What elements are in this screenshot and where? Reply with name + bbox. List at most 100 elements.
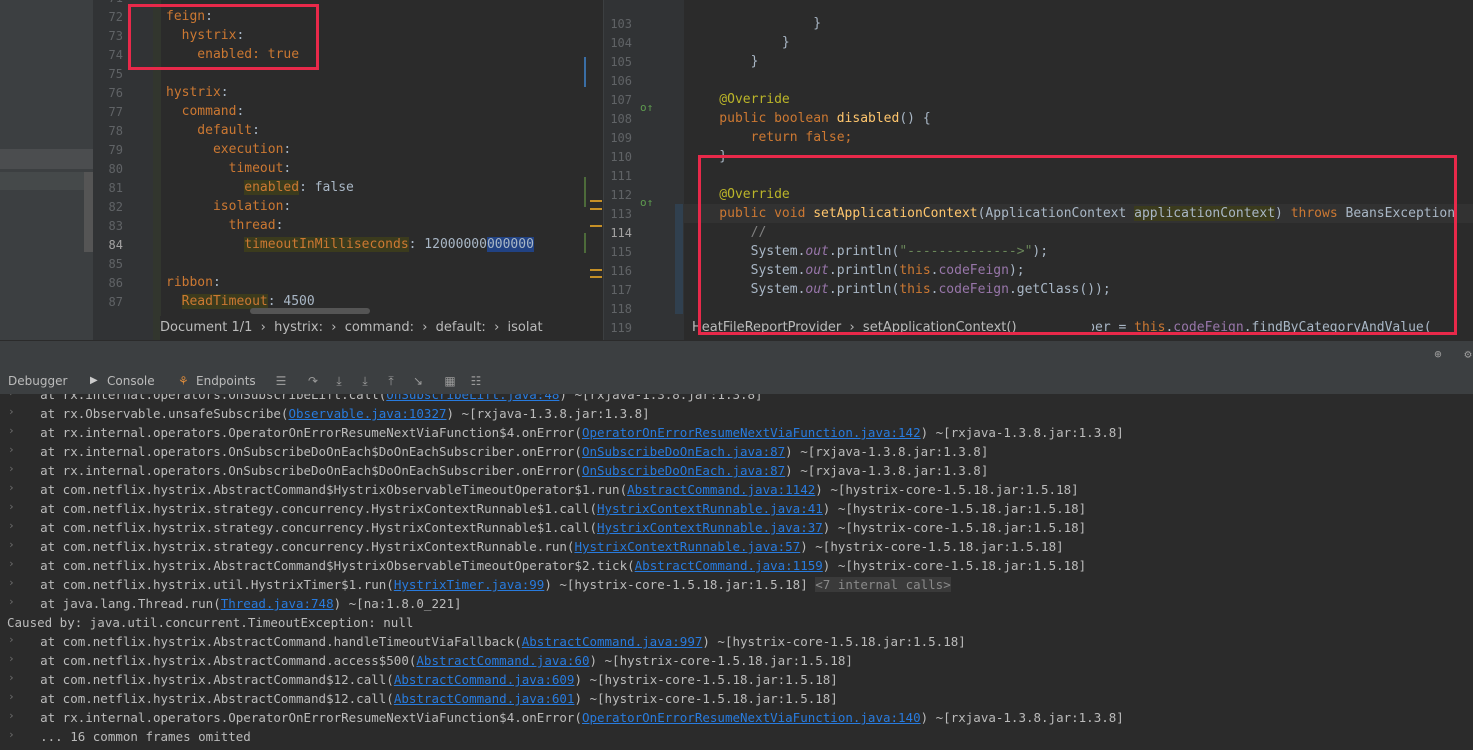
left-breadcrumb[interactable]: Document 1/1 › hystrix: › command: › def… <box>160 316 600 340</box>
line-number: 107 <box>610 93 632 107</box>
override-marker-icon[interactable]: o↑ <box>640 196 653 209</box>
stacktrace-text: at com.netflix.hystrix.strategy.concurre… <box>10 520 597 535</box>
source-link[interactable]: Thread.java:748 <box>221 596 334 611</box>
console-output[interactable]: › at rx.internal.operators.OnSubscribeLi… <box>0 394 1473 750</box>
source-link[interactable]: Observable.java:10327 <box>288 406 446 421</box>
stacktrace-line: at com.netflix.hystrix.AbstractCommand.a… <box>10 651 853 670</box>
tab-debugger[interactable]: Debugger <box>8 368 67 394</box>
source-link[interactable]: OnSubscribeLift.java:48 <box>386 394 559 402</box>
source-link[interactable]: OperatorOnErrorResumeNextViaFunction.jav… <box>582 710 921 725</box>
source-link[interactable]: HystrixContextRunnable.java:37 <box>597 520 823 535</box>
caused-by-line: Caused by: java.util.concurrent.TimeoutE… <box>7 613 413 632</box>
force-step-into-icon[interactable]: ⤓ <box>358 374 372 388</box>
source-link[interactable]: AbstractCommand.java:1142 <box>627 482 815 497</box>
code-token: : <box>252 123 260 138</box>
code-line[interactable]: timeoutInMilliseconds: 12000000000000 <box>166 235 534 254</box>
code-line[interactable]: timeout: <box>166 159 292 178</box>
code-token: thread <box>166 218 276 233</box>
code-line[interactable]: thread: <box>166 216 284 235</box>
stacktrace-line: at rx.internal.operators.OnSubscribeDoOn… <box>10 442 988 461</box>
stacktrace-text: ) ~[hystrix-core-1.5.18.jar:1.5.18] <box>544 577 816 592</box>
code-token: isolation <box>166 199 284 214</box>
code-token: ReadTimeout <box>181 294 268 309</box>
code-token: hystrix <box>166 85 221 100</box>
source-link[interactable]: HystrixContextRunnable.java:57 <box>574 539 800 554</box>
step-out-icon[interactable]: ⤒ <box>384 374 398 388</box>
line-number: 111 <box>610 169 632 183</box>
source-link[interactable]: OperatorOnErrorResumeNextViaFunction.jav… <box>582 425 921 440</box>
code-token: ; <box>844 130 853 145</box>
code-line[interactable]: public boolean disabled() { <box>688 109 930 128</box>
stacktrace-line: at rx.internal.operators.OperatorOnError… <box>10 423 1124 442</box>
stacktrace-text: at com.netflix.hystrix.AbstractCommand$1… <box>10 691 394 706</box>
line-number: 118 <box>610 302 632 316</box>
stacktrace-text: ) ~[hystrix-core-1.5.18.jar:1.5.18] <box>822 501 1087 516</box>
source-link[interactable]: AbstractCommand.java:609 <box>394 672 575 687</box>
code-token: : <box>275 218 284 233</box>
code-token: : <box>212 275 221 290</box>
code-token: public boolean <box>688 111 837 126</box>
stacktrace-line: at com.netflix.hystrix.strategy.concurre… <box>10 518 1086 537</box>
code-line[interactable]: } <box>688 33 790 52</box>
tool-window-tabbar: Debugger ▶ Console ⚘ Endpoints ☰ ↷ ⤓ ⤓ ⤒… <box>0 368 1473 395</box>
project-panel-selected-row[interactable] <box>0 149 93 169</box>
step-over-icon[interactable]: ↷ <box>306 374 320 388</box>
source-link[interactable]: AbstractCommand.java:1159 <box>635 558 823 573</box>
stacktrace-text: ) ~[rxjava-1.3.8.jar:1.3.8] <box>559 394 763 402</box>
stacktrace-text: at rx.internal.operators.OnSubscribeLift… <box>10 394 387 402</box>
code-line[interactable]: execution: <box>166 140 291 159</box>
source-link[interactable]: AbstractCommand.java:60 <box>416 653 589 668</box>
console-icon: ▶ <box>90 375 98 386</box>
source-link[interactable]: AbstractCommand.java:601 <box>394 691 575 706</box>
tab-endpoints[interactable]: Endpoints <box>196 368 256 394</box>
stacktrace-line: at rx.internal.operators.OperatorOnError… <box>10 708 1124 727</box>
code-line[interactable]: enabled: false <box>166 178 354 197</box>
line-number: 103 <box>610 17 632 31</box>
top-toolbar: ⊕ ⚙ <box>0 340 1473 369</box>
code-line[interactable]: isolation: <box>166 197 291 216</box>
step-into-icon[interactable]: ⤓ <box>332 374 346 388</box>
code-line[interactable]: command: <box>166 102 245 121</box>
stacktrace-line: ... 16 common frames omitted <box>10 727 251 746</box>
source-link[interactable]: OnSubscribeDoOnEach.java:87 <box>582 463 785 478</box>
stacktrace-line: at com.netflix.hystrix.strategy.concurre… <box>10 537 1064 556</box>
source-link[interactable]: OnSubscribeDoOnEach.java:87 <box>582 444 785 459</box>
source-link[interactable]: HystrixContextRunnable.java:41 <box>597 501 823 516</box>
code-line[interactable]: hystrix: <box>166 83 229 102</box>
scroll-stripe-yellow <box>590 225 602 227</box>
left-editor-hscrollbar[interactable] <box>250 308 370 314</box>
stacktrace-text: at com.netflix.hystrix.AbstractCommand.a… <box>10 653 417 668</box>
trace-icon[interactable]: ☷ <box>469 374 483 388</box>
stacktrace-text: ) ~[hystrix-core-1.5.18.jar:1.5.18] <box>574 672 838 687</box>
code-line[interactable]: default: <box>166 121 260 140</box>
gear-icon[interactable]: ⚙ <box>1461 347 1473 361</box>
code-line[interactable]: @Override <box>688 90 789 109</box>
code-token: disabled <box>836 111 900 126</box>
source-link[interactable]: AbstractCommand.java:997 <box>522 634 703 649</box>
code-token: : <box>283 199 292 214</box>
line-number: 117 <box>610 283 632 297</box>
code-line[interactable]: ribbon: <box>166 273 221 292</box>
code-line[interactable]: } <box>688 14 821 33</box>
stacktrace-line: at com.netflix.hystrix.util.HystrixTimer… <box>10 575 951 594</box>
code-line[interactable]: } <box>688 52 759 71</box>
project-panel-row[interactable] <box>0 172 93 190</box>
project-panel-strip <box>0 0 93 340</box>
override-marker-icon[interactable]: o↑ <box>640 101 653 114</box>
evaluate-icon[interactable]: ▦ <box>443 374 457 388</box>
code-token: enabled <box>244 180 300 195</box>
stacktrace-text: at rx.internal.operators.OnSubscribeDoOn… <box>10 463 582 478</box>
line-number: 76 <box>108 86 123 100</box>
code-token: : <box>283 142 292 157</box>
code-line[interactable]: return false; <box>688 128 853 147</box>
source-link[interactable]: HystrixTimer.java:99 <box>394 577 545 592</box>
internal-calls-fold[interactable]: <7 internal calls> <box>815 577 951 592</box>
highlight-box-feign-config <box>128 4 319 70</box>
run-to-cursor-icon[interactable]: ↘ <box>411 374 425 388</box>
line-number: 80 <box>108 162 123 176</box>
tab-console[interactable]: Console <box>107 368 155 394</box>
crosshair-icon[interactable]: ⊕ <box>1431 347 1445 361</box>
menu-icon[interactable]: ☰ <box>274 374 288 388</box>
